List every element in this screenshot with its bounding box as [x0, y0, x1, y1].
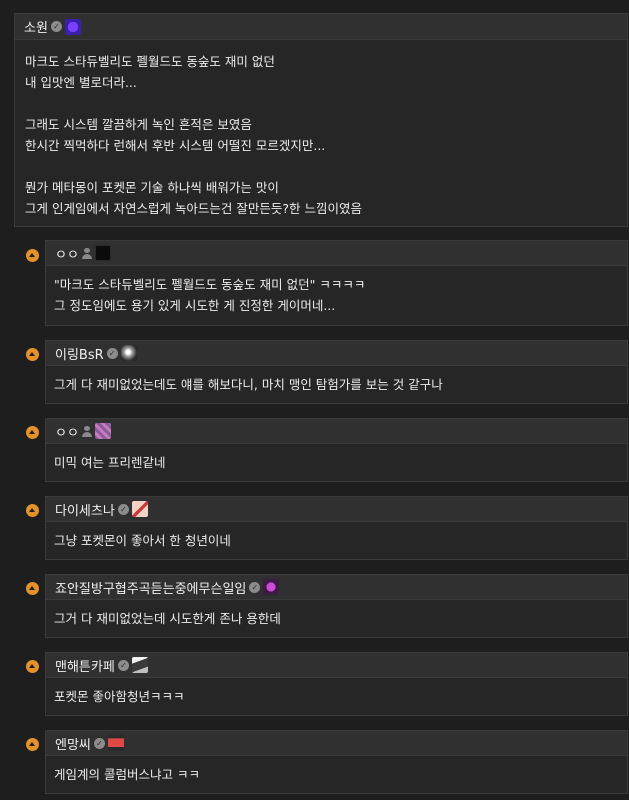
reply-header: 이링BsR ✓ [46, 341, 627, 366]
reply-line: 그 정도임에도 용기 있게 시도한 게 진정한 게이머네... [54, 298, 336, 313]
reply-arrow-icon[interactable] [26, 426, 39, 439]
comment-thread: 소원 ✓ 마크도 스타듀벨리도 펠월드도 동숲도 재미 없던 내 입맛엔 별로더… [0, 0, 629, 800]
reply-author[interactable]: ㅇㅇ [55, 422, 79, 441]
verified-icon: ✓ [93, 737, 105, 749]
verified-icon: ✓ [249, 581, 261, 593]
avatar[interactable] [107, 735, 124, 751]
avatar[interactable] [94, 423, 111, 439]
post-line: 그게 인게임에서 자연스럽게 녹아드는건 잘만든듯?한 느낌이였음 [25, 201, 363, 216]
reply-line: 그게 다 재미없었는데도 얘를 해보다니, 마치 맹인 탐험가를 보는 것 같구… [54, 377, 443, 392]
reply-item: 이링BsR ✓ 그게 다 재미없었는데도 얘를 해보다니, 마치 맹인 탐험가를… [45, 340, 628, 404]
reply-body: 미믹 여는 프리렌같네 [46, 444, 627, 473]
avatar[interactable] [263, 579, 280, 595]
reply-header: 맨해튼카페 ✓ [46, 653, 627, 678]
reply-arrow-icon[interactable] [26, 660, 39, 673]
reply-arrow-icon[interactable] [26, 249, 39, 262]
reply-header: 다이세츠나 ✓ [46, 497, 627, 522]
user-icon [81, 247, 92, 259]
post-line: 마크도 스타듀벨리도 펠월드도 동숲도 재미 없던 [25, 54, 275, 69]
post-line: 그래도 시스템 깔끔하게 녹인 흔적은 보였음 [25, 117, 252, 132]
main-post: 소원 ✓ 마크도 스타듀벨리도 펠월드도 동숲도 재미 없던 내 입맛엔 별로더… [14, 13, 628, 227]
post-line: 뭔가 메타몽이 포켓몬 기술 하나씩 배워가는 맛이 [25, 180, 279, 195]
reply-body: 그냥 포켓몬이 좋아서 한 청년이네 [46, 522, 627, 551]
reply-item: 엔망씨 ✓ 게임계의 콜럼버스냐고 ㅋㅋ [45, 730, 628, 794]
reply-line: 게임계의 콜럼버스냐고 ㅋㅋ [54, 767, 200, 782]
reply-line: 미믹 여는 프리렌같네 [54, 455, 166, 470]
reply-arrow-icon[interactable] [26, 348, 39, 361]
post-author[interactable]: 소원 [24, 17, 48, 36]
avatar[interactable] [64, 18, 81, 35]
reply-header: ㅇㅇ [46, 241, 627, 266]
reply-item: 맨해튼카페 ✓ 포켓몬 좋아함청년ㅋㅋㅋ [45, 652, 628, 716]
avatar[interactable] [94, 245, 111, 261]
verified-icon: ✓ [117, 659, 129, 671]
reply-line: "마크도 스타듀벨리도 펠월드도 동숲도 재미 없던" ㅋㅋㅋㅋ [54, 277, 366, 292]
reply-line: 그거 다 재미없었는데 시도한게 존나 용한데 [54, 611, 281, 626]
reply-author[interactable]: 엔망씨 [55, 734, 91, 753]
verified-icon: ✓ [117, 503, 129, 515]
reply-item: 다이세츠나 ✓ 그냥 포켓몬이 좋아서 한 청년이네 [45, 496, 628, 560]
reply-body: "마크도 스타듀벨리도 펠월드도 동숲도 재미 없던" ㅋㅋㅋㅋ 그 정도임에도… [46, 266, 627, 316]
verified-icon: ✓ [50, 21, 62, 32]
post-body: 마크도 스타듀벨리도 펠월드도 동숲도 재미 없던 내 입맛엔 별로더라... … [15, 40, 627, 219]
reply-arrow-icon[interactable] [26, 738, 39, 751]
reply-line: 포켓몬 좋아함청년ㅋㅋㅋ [54, 689, 185, 704]
reply-author[interactable]: 이링BsR [55, 344, 104, 363]
reply-body: 그거 다 재미없었는데 시도한게 존나 용한데 [46, 600, 627, 629]
reply-author[interactable]: 다이세츠나 [55, 500, 115, 519]
reply-line: 그냥 포켓몬이 좋아서 한 청년이네 [54, 533, 231, 548]
reply-body: 그게 다 재미없었는데도 얘를 해보다니, 마치 맹인 탐험가를 보는 것 같구… [46, 366, 627, 395]
reply-body: 포켓몬 좋아함청년ㅋㅋㅋ [46, 678, 627, 707]
avatar[interactable] [131, 657, 148, 673]
reply-author[interactable]: 죠안질방구협주곡듣는중에무슨일임 [55, 578, 246, 597]
reply-body: 게임계의 콜럼버스냐고 ㅋㅋ [46, 756, 627, 785]
reply-author[interactable]: ㅇㅇ [55, 244, 79, 263]
reply-item: ㅇㅇ "마크도 스타듀벨리도 펠월드도 동숲도 재미 없던" ㅋㅋㅋㅋ 그 정도… [45, 240, 628, 326]
avatar[interactable] [120, 345, 137, 361]
reply-header: 엔망씨 ✓ [46, 731, 627, 756]
reply-arrow-icon[interactable] [26, 582, 39, 595]
reply-item: 죠안질방구협주곡듣는중에무슨일임 ✓ 그거 다 재미없었는데 시도한게 존나 용… [45, 574, 628, 638]
post-line [25, 93, 617, 114]
post-header: 소원 ✓ [15, 14, 627, 40]
post-line [25, 156, 617, 177]
reply-author[interactable]: 맨해튼카페 [55, 656, 115, 675]
post-line: 내 입맛엔 별로더라... [25, 75, 137, 90]
avatar[interactable] [131, 501, 148, 517]
reply-arrow-icon[interactable] [26, 504, 39, 517]
reply-header: 죠안질방구협주곡듣는중에무슨일임 ✓ [46, 575, 627, 600]
user-icon [81, 425, 92, 437]
verified-icon: ✓ [106, 347, 118, 359]
post-line: 한시간 찍먹하다 런해서 후반 시스템 어떨진 모르겠지만... [25, 138, 326, 153]
reply-header: ㅇㅇ [46, 419, 627, 444]
reply-item: ㅇㅇ 미믹 여는 프리렌같네 [45, 418, 628, 482]
